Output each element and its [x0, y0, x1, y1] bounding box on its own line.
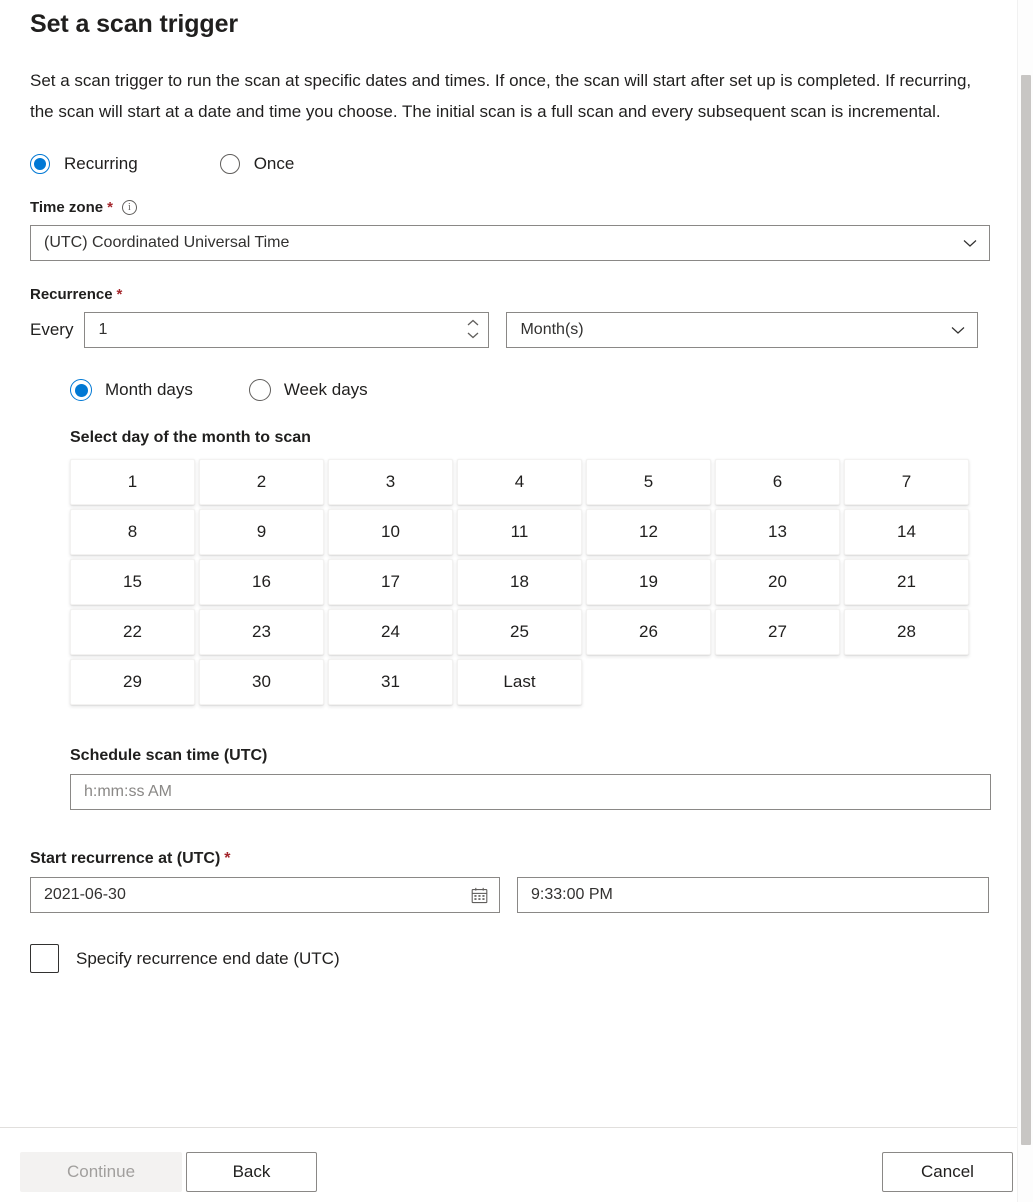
- day-cell[interactable]: 31: [328, 659, 453, 705]
- scrollbar-thumb[interactable]: [1021, 75, 1031, 1145]
- day-cell[interactable]: 5: [586, 459, 711, 505]
- dialog-content: Set a scan trigger Set a scan trigger to…: [30, 0, 991, 973]
- recurrence-required-asterisk: *: [116, 286, 123, 303]
- trigger-type-radio-group: Recurring Once: [30, 127, 990, 174]
- radio-week-days-icon: [248, 379, 271, 401]
- start-date-input[interactable]: 2021-06-30: [30, 877, 500, 913]
- day-cell[interactable]: 21: [844, 559, 969, 605]
- chevron-up-icon[interactable]: [465, 318, 481, 330]
- recurrence-unit-dropdown[interactable]: Month(s): [506, 312, 979, 348]
- radio-month-days-icon: [70, 379, 92, 401]
- schedule-scan-time-label: Schedule scan time (UTC): [70, 747, 268, 764]
- start-time-value: 9:33:00 PM: [531, 886, 613, 903]
- every-label: Every: [30, 320, 74, 339]
- radio-recurring-label: Recurring: [64, 154, 138, 173]
- day-cell[interactable]: 11: [457, 509, 582, 555]
- day-picker-title: Select day of the month to scan: [70, 429, 311, 446]
- day-cell[interactable]: 2: [199, 459, 324, 505]
- day-cell[interactable]: 29: [70, 659, 195, 705]
- stepper-arrows[interactable]: [462, 314, 484, 346]
- day-cell[interactable]: 12: [586, 509, 711, 555]
- day-cell[interactable]: 3: [328, 459, 453, 505]
- day-cell[interactable]: 30: [199, 659, 324, 705]
- scan-trigger-dialog: Set a scan trigger Set a scan trigger to…: [0, 0, 1033, 1202]
- cancel-button[interactable]: Cancel: [882, 1152, 1013, 1192]
- recurrence-interval-stepper[interactable]: 1: [84, 312, 490, 348]
- day-cell[interactable]: 24: [328, 609, 453, 655]
- day-cell[interactable]: 7: [844, 459, 969, 505]
- chevron-down-icon: [961, 234, 979, 252]
- start-recurrence-required-asterisk: *: [224, 850, 231, 867]
- start-recurrence-label: Start recurrence at (UTC): [30, 850, 221, 867]
- radio-month-days[interactable]: Month days: [70, 379, 193, 401]
- day-cell[interactable]: 16: [199, 559, 324, 605]
- recurrence-unit-value: Month(s): [520, 321, 584, 338]
- specify-end-date-label: Specify recurrence end date (UTC): [76, 948, 340, 968]
- day-cell[interactable]: 9: [199, 509, 324, 555]
- day-of-month-grid: 1 2 3 4 5 6 7 8 9 10 11 12 13 14 15 16 17 18 19 20 21 22 23 24 2…: [70, 459, 973, 705]
- radio-week-days-label: Week days: [283, 380, 368, 399]
- radio-recurring[interactable]: Recurring: [30, 154, 138, 174]
- day-cell[interactable]: 19: [586, 559, 711, 605]
- day-cell[interactable]: 18: [457, 559, 582, 605]
- chevron-down-icon: [949, 321, 967, 339]
- radio-once[interactable]: Once: [219, 154, 295, 174]
- recurrence-mode-radio-group: Month days Week days: [70, 348, 990, 401]
- dialog-scroll-panel: Set a scan trigger Set a scan trigger to…: [0, 0, 1017, 1127]
- day-cell[interactable]: 28: [844, 609, 969, 655]
- day-cell[interactable]: 17: [328, 559, 453, 605]
- day-cell[interactable]: 22: [70, 609, 195, 655]
- time-zone-label: Time zone: [30, 199, 104, 216]
- start-date-value: 2021-06-30: [44, 886, 126, 903]
- day-cell[interactable]: 26: [586, 609, 711, 655]
- day-cell[interactable]: 6: [715, 459, 840, 505]
- day-cell[interactable]: Last: [457, 659, 582, 705]
- info-icon[interactable]: i: [121, 200, 137, 215]
- specify-end-date-checkbox-row[interactable]: Specify recurrence end date (UTC): [30, 913, 990, 973]
- time-zone-label-row: Time zone * i: [30, 174, 990, 216]
- radio-recurring-icon: [30, 154, 50, 174]
- checkbox-icon[interactable]: [30, 944, 59, 973]
- recurrence-interval-row: Every 1 Month(s): [30, 312, 990, 348]
- back-button[interactable]: Back: [186, 1152, 317, 1192]
- time-zone-value: (UTC) Coordinated Universal Time: [44, 234, 290, 251]
- recurrence-interval-value: 1: [98, 321, 108, 338]
- chevron-down-icon[interactable]: [465, 330, 481, 342]
- start-time-input[interactable]: 9:33:00 PM: [517, 877, 989, 913]
- calendar-icon[interactable]: [470, 886, 489, 905]
- day-cell[interactable]: 13: [715, 509, 840, 555]
- day-cell[interactable]: 25: [457, 609, 582, 655]
- radio-once-label: Once: [253, 154, 295, 173]
- day-cell[interactable]: 27: [715, 609, 840, 655]
- day-cell[interactable]: 8: [70, 509, 195, 555]
- start-recurrence-label-row: Start recurrence at (UTC) *: [30, 810, 990, 868]
- day-cell[interactable]: 10: [328, 509, 453, 555]
- time-zone-dropdown[interactable]: (UTC) Coordinated Universal Time: [30, 225, 990, 261]
- time-zone-required-asterisk: *: [107, 199, 113, 216]
- day-cell[interactable]: 4: [457, 459, 582, 505]
- day-cell[interactable]: 20: [715, 559, 840, 605]
- radio-month-days-label: Month days: [105, 380, 193, 399]
- vertical-scrollbar[interactable]: [1017, 0, 1033, 1202]
- start-recurrence-row: 2021-06-30 9:33:00 PM: [30, 877, 990, 913]
- radio-week-days[interactable]: Week days: [248, 379, 368, 401]
- day-cell[interactable]: 23: [199, 609, 324, 655]
- radio-once-icon: [219, 154, 240, 174]
- recurrence-label-row: Recurrence *: [30, 261, 990, 303]
- recurrence-label: Recurrence: [30, 286, 113, 303]
- day-cell[interactable]: 15: [70, 559, 195, 605]
- schedule-scan-time-placeholder: h:mm:ss AM: [84, 783, 173, 800]
- day-cell[interactable]: 14: [844, 509, 969, 555]
- continue-button[interactable]: Continue: [20, 1152, 182, 1192]
- page-title: Set a scan trigger: [30, 10, 239, 38]
- page-description: Set a scan trigger to run the scan at sp…: [30, 71, 972, 121]
- schedule-scan-time-input[interactable]: h:mm:ss AM: [70, 774, 991, 810]
- recurrence-details: Month days Week days Select day of the m…: [70, 348, 991, 810]
- day-cell[interactable]: 1: [70, 459, 195, 505]
